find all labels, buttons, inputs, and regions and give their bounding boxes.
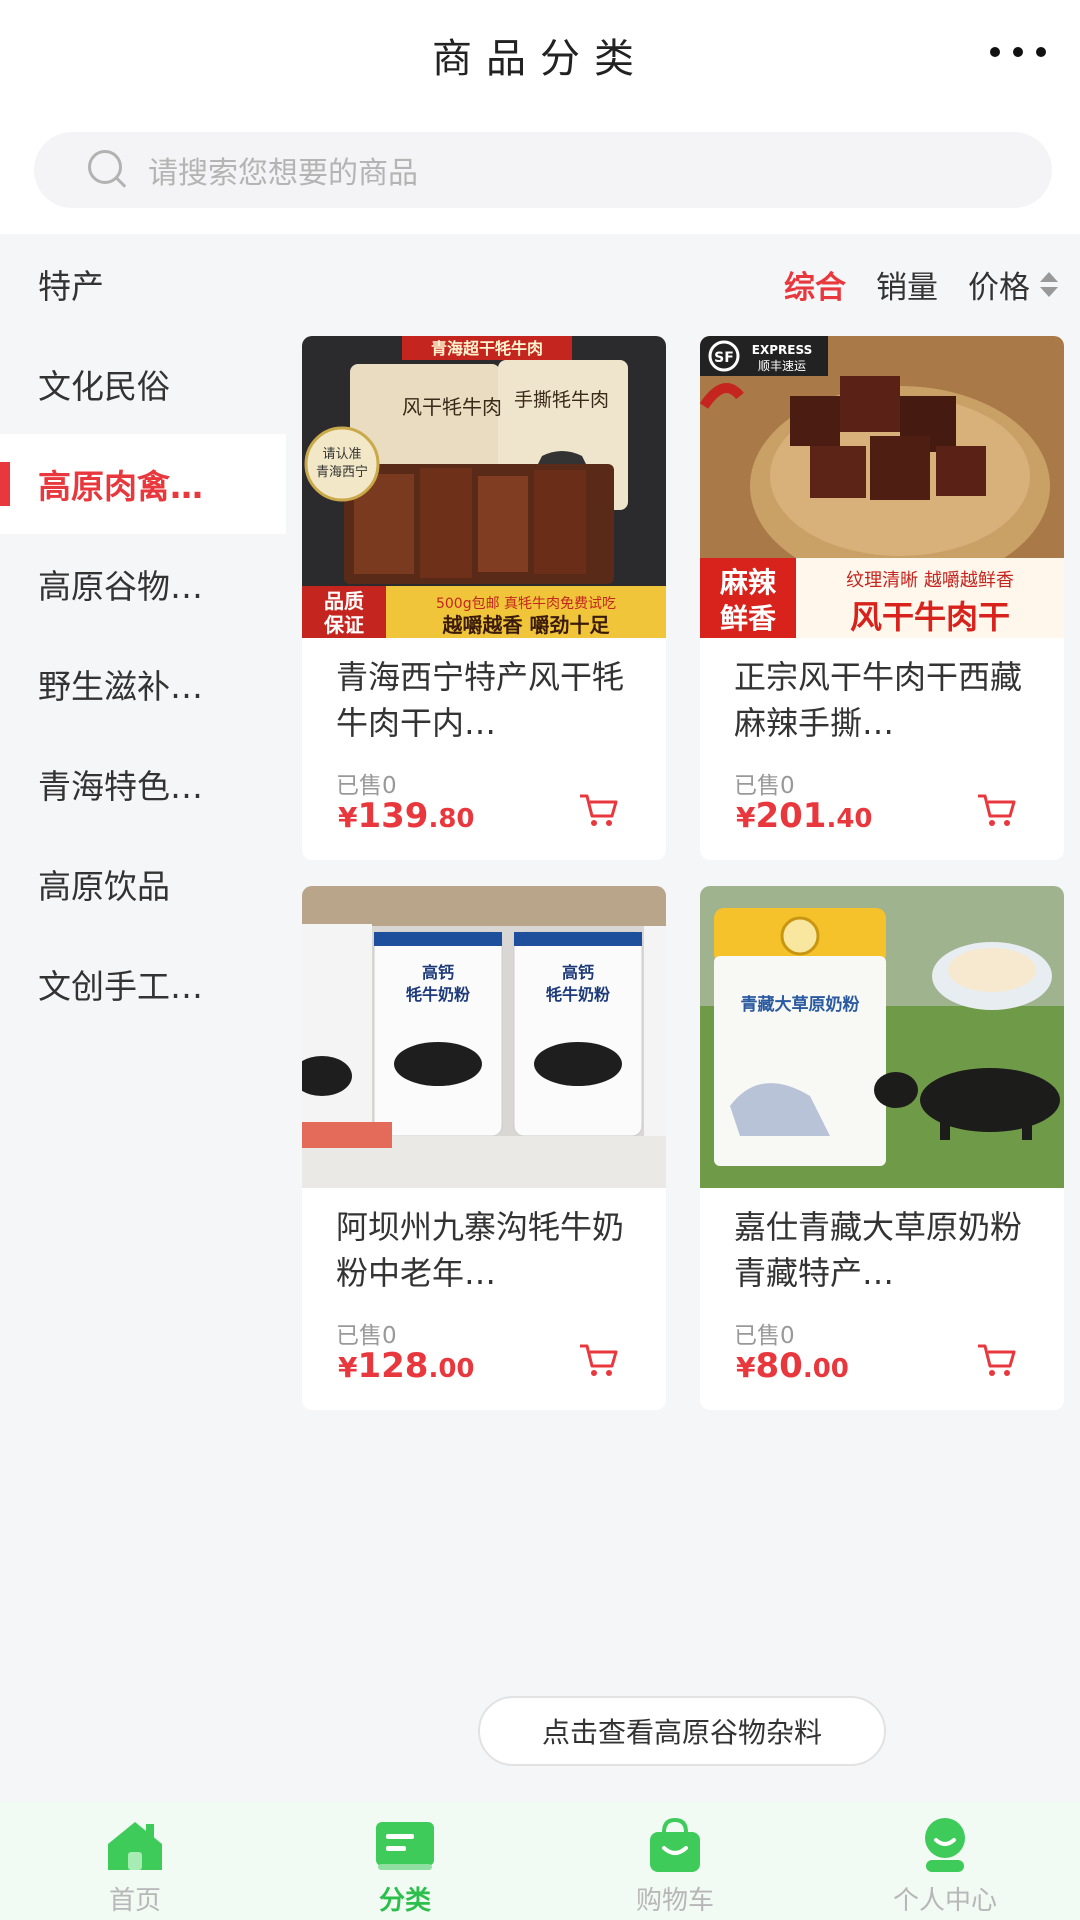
product-card[interactable]: SF EXPRESS 顺丰速运 麻辣 鲜香 纹理清晰 越嚼越鲜香 风干牛肉干 正… <box>700 336 1064 860</box>
svg-text:青海超干牦牛肉: 青海超干牦牛肉 <box>431 339 543 358</box>
svg-text:牦牛奶粉: 牦牛奶粉 <box>546 985 610 1004</box>
bottom-tab-bar: 首页 分类 购物车 个人中心 <box>0 1802 1080 1920</box>
svg-text:风干牦牛肉: 风干牦牛肉 <box>402 395 502 419</box>
more-dots-icon[interactable] <box>990 40 1046 64</box>
tab-profile[interactable]: 个人中心 <box>810 1802 1080 1920</box>
product-area: 综合 销量 价格 青海超干牦牛肉 风干牦牛肉 手撕牦牛肉 请认准 青海西宁 品质… <box>286 234 1080 1802</box>
sidebar-item-qinghai-special[interactable]: 青海特色… <box>0 734 286 834</box>
product-image: 青海超干牦牛肉 风干牦牛肉 手撕牦牛肉 请认准 青海西宁 品质 保证 500g包… <box>302 336 666 638</box>
sidebar-item-culture[interactable]: 文化民俗 <box>0 334 286 434</box>
product-sold: 已售0 <box>336 773 397 799</box>
sort-sales[interactable]: 销量 <box>876 262 938 307</box>
sidebar-item-wild-tonic[interactable]: 野生滋补… <box>0 634 286 734</box>
cart-icon[interactable] <box>578 1342 618 1378</box>
tab-cart[interactable]: 购物车 <box>540 1802 810 1920</box>
cart-icon[interactable] <box>976 792 1016 828</box>
product-price: ¥201.40 <box>736 796 873 836</box>
sort-arrows-icon <box>1040 271 1058 297</box>
cart-icon[interactable] <box>578 792 618 828</box>
svg-text:越嚼越香 嚼劲十足: 越嚼越香 嚼劲十足 <box>442 613 611 637</box>
category-sidebar: 特产 文化民俗 高原肉禽… 高原谷物… 野生滋补… 青海特色… 高原饮品 文创手… <box>0 234 286 1802</box>
profile-icon <box>925 1818 965 1872</box>
product-name: 正宗风干牛肉干西藏麻辣手撕… <box>734 658 1023 742</box>
product-sold: 已售0 <box>336 1323 397 1349</box>
svg-text:SF: SF <box>714 350 734 366</box>
svg-text:青海西宁: 青海西宁 <box>316 464 368 480</box>
tab-cart-label: 购物车 <box>635 1886 714 1916</box>
sort-bar: 综合 销量 价格 <box>784 256 1058 312</box>
tab-home-label: 首页 <box>108 1886 161 1916</box>
product-name: 阿坝州九寨沟牦牛奶粉中老年… <box>336 1208 625 1292</box>
svg-text:500g包邮 真牦牛肉免费试吃: 500g包邮 真牦牛肉免费试吃 <box>436 596 616 612</box>
svg-text:EXPRESS: EXPRESS <box>752 343 812 357</box>
home-icon <box>108 1822 162 1870</box>
product-sold: 已售0 <box>734 1323 795 1349</box>
view-more-button[interactable]: 点击查看高原谷物杂料 <box>478 1696 886 1766</box>
svg-text:鲜香: 鲜香 <box>720 602 776 635</box>
product-price: ¥139.80 <box>338 796 475 836</box>
top-bar: 商品分类 <box>0 0 1080 110</box>
product-card[interactable]: 青海超干牦牛肉 风干牦牛肉 手撕牦牛肉 请认准 青海西宁 品质 保证 500g包… <box>302 336 666 860</box>
category-icon <box>376 1822 434 1870</box>
product-name: 嘉仕青藏大草原奶粉青藏特产… <box>734 1208 1023 1292</box>
svg-text:高钙: 高钙 <box>422 963 454 982</box>
product-card[interactable]: 青藏大草原奶粉 嘉仕青藏大草原奶粉青藏特产… 已售0 ¥80.00 <box>700 886 1064 1410</box>
sidebar-item-plateau-meat[interactable]: 高原肉禽… <box>0 434 286 534</box>
tab-category[interactable]: 分类 <box>270 1802 540 1920</box>
tab-home[interactable]: 首页 <box>0 1802 270 1920</box>
sort-price[interactable]: 价格 <box>968 262 1058 307</box>
product-price: ¥80.00 <box>736 1346 849 1386</box>
svg-text:纹理清晰 越嚼越鲜香: 纹理清晰 越嚼越鲜香 <box>846 570 1014 591</box>
page-title: 商品分类 <box>432 36 648 82</box>
svg-text:牦牛奶粉: 牦牛奶粉 <box>406 985 470 1004</box>
product-image: 青藏大草原奶粉 <box>700 886 1064 1188</box>
sort-comprehensive[interactable]: 综合 <box>784 262 846 307</box>
cart-icon[interactable] <box>976 1342 1016 1378</box>
svg-text:风干牛肉干: 风干牛肉干 <box>850 598 1010 636</box>
svg-text:请认准: 请认准 <box>322 447 361 462</box>
shopping-bag-icon <box>650 1817 700 1872</box>
search-placeholder: 请搜索您想要的商品 <box>148 156 418 191</box>
product-sold: 已售0 <box>734 773 795 799</box>
svg-text:顺丰速运: 顺丰速运 <box>758 359 806 373</box>
sidebar-item-plateau-drinks[interactable]: 高原饮品 <box>0 834 286 934</box>
svg-text:高钙: 高钙 <box>562 963 594 982</box>
sort-price-label: 价格 <box>968 269 1030 306</box>
product-name: 青海西宁特产风干牦牛肉干内… <box>336 658 625 742</box>
tab-category-label: 分类 <box>378 1886 431 1916</box>
product-card[interactable]: 高钙 牦牛奶粉 高钙 牦牛奶粉 阿坝州九寨沟牦牛奶粉中老年… 已售0 ¥128.… <box>302 886 666 1410</box>
sidebar-item-specialty[interactable]: 特产 <box>0 234 286 334</box>
svg-text:麻辣: 麻辣 <box>720 566 777 599</box>
search-input[interactable]: 请搜索您想要的商品 <box>34 132 1052 208</box>
svg-text:青藏大草原奶粉: 青藏大草原奶粉 <box>741 994 860 1015</box>
sidebar-item-plateau-grains[interactable]: 高原谷物… <box>0 534 286 634</box>
svg-text:保证: 保证 <box>323 613 364 637</box>
search-icon <box>86 148 130 192</box>
product-image: SF EXPRESS 顺丰速运 麻辣 鲜香 纹理清晰 越嚼越鲜香 风干牛肉干 <box>700 336 1064 638</box>
product-price: ¥128.00 <box>338 1346 475 1386</box>
sidebar-item-crafts[interactable]: 文创手工… <box>0 934 286 1034</box>
svg-text:手撕牦牛肉: 手撕牦牛肉 <box>514 389 609 411</box>
product-image: 高钙 牦牛奶粉 高钙 牦牛奶粉 <box>302 886 666 1188</box>
svg-text:品质: 品质 <box>324 589 364 613</box>
tab-profile-label: 个人中心 <box>892 1886 997 1916</box>
